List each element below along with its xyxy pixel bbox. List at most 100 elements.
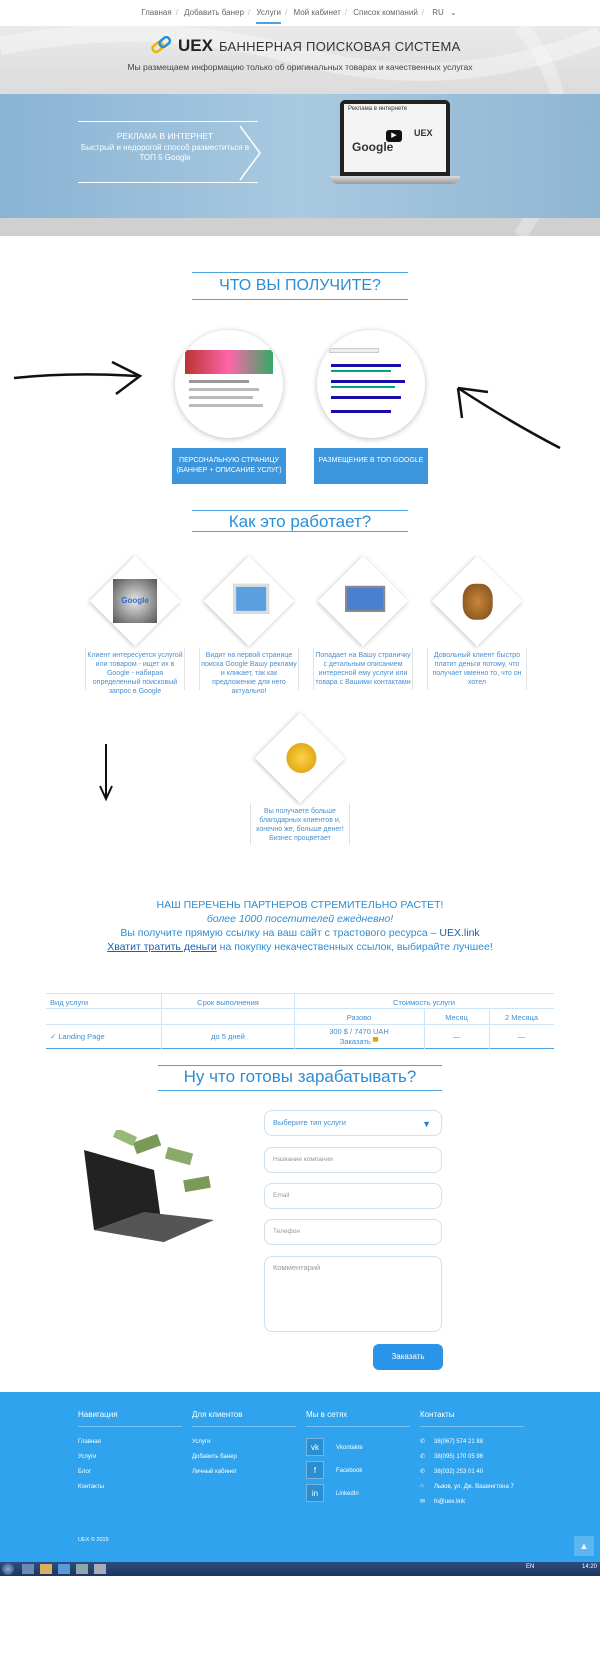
- taskbar: EN 14:20: [0, 1562, 600, 1576]
- contact-phone-1: 38(067) 574 21 88: [434, 1439, 484, 1445]
- step-text-1: Клиент интересуется услугой или товаром …: [87, 652, 183, 695]
- linkedin-icon[interactable]: in: [306, 1484, 324, 1502]
- copyright: UEX © 2015: [78, 1537, 109, 1543]
- table-header: Вид услуги: [50, 998, 89, 1007]
- language-select[interactable]: RU ⌄: [430, 8, 459, 17]
- step-text-2: Видит на первой странице поиска Google В…: [201, 652, 297, 695]
- divider: [192, 531, 408, 532]
- footer-social-heading: Мы в сетях: [306, 1410, 348, 1419]
- footer-link-vk[interactable]: Vkontakte: [336, 1445, 363, 1451]
- google-step-image: Google: [89, 555, 181, 647]
- footer-link-client-services[interactable]: Услуги: [192, 1439, 210, 1445]
- footer-link-facebook[interactable]: Facebook: [336, 1468, 362, 1474]
- footer: Навигация Для клиентов Мы в сетях Контак…: [0, 1392, 600, 1562]
- footer-link-home[interactable]: Главная: [78, 1439, 101, 1445]
- site-title: БАННЕРНАЯ ПОИСКОВАЯ СИСТЕМА: [218, 38, 461, 54]
- footer-link-cabinet[interactable]: Личный кабинет: [192, 1469, 237, 1475]
- taskbar-app-icon[interactable]: [76, 1564, 88, 1574]
- tagline: Мы размещаем информацию только об оригин…: [127, 62, 473, 72]
- home-icon: ⌂: [420, 1483, 424, 1489]
- footer-contacts-heading: Контакты: [420, 1410, 455, 1419]
- nav-cabinet[interactable]: Мой кабинет: [293, 8, 340, 17]
- phone-icon: ✆: [420, 1439, 426, 1445]
- table-header-row: Вид услуги Срок выполнения Стоимость усл…: [46, 993, 554, 1009]
- partners-text: Вы получите прямую ссылку на ваш сайт с …: [120, 927, 440, 939]
- clock[interactable]: 14:20: [582, 1564, 597, 1570]
- keyboard-language[interactable]: EN: [526, 1564, 534, 1570]
- vk-icon[interactable]: vk: [306, 1438, 324, 1456]
- table-header: Срок выполнения: [197, 998, 259, 1007]
- submit-order-button[interactable]: Заказать: [373, 1344, 443, 1370]
- divider: [420, 1426, 524, 1427]
- step-text-3: Попадает на Вашу страничку с детальным о…: [315, 652, 411, 686]
- divider: [192, 272, 408, 273]
- email-field[interactable]: Email: [264, 1183, 442, 1209]
- laptop-base: [330, 176, 460, 184]
- chevron-up-icon: ▲: [579, 1541, 589, 1551]
- divider: [192, 510, 408, 511]
- play-icon[interactable]: ▶: [386, 130, 402, 142]
- google-search-image: [317, 330, 425, 438]
- scroll-to-top-button[interactable]: ▲: [574, 1536, 594, 1556]
- comment-field[interactable]: Комментарий: [264, 1256, 442, 1332]
- partners-text: на покупку некачественных ссылок, выбира…: [216, 941, 493, 953]
- partners-block: НАШ ПЕРЕЧЕНЬ ПАРТНЕРОВ СТРЕМИТЕЛЬНО РАСТ…: [0, 898, 600, 954]
- divider: [192, 1426, 296, 1427]
- browser-icon[interactable]: [58, 1564, 70, 1574]
- table-header: 2 Месяца: [504, 1013, 539, 1022]
- google-word: Google: [352, 140, 394, 154]
- chain-link-icon: [151, 36, 172, 54]
- partners-headline: НАШ ПЕРЕЧЕНЬ ПАРТНЕРОВ СТРЕМИТЕЛЬНО РАСТ…: [156, 899, 444, 911]
- divider: [78, 182, 258, 183]
- start-button[interactable]: [2, 1563, 14, 1575]
- arrow-down-drawing: [99, 744, 113, 802]
- contact-address: Львов, ул. Дж. Вашингтона 7: [434, 1484, 514, 1490]
- laptop-step-image: [317, 555, 409, 647]
- happy-dog-step-image: [431, 555, 523, 647]
- stop-wasting-link[interactable]: Хватит тратить деньги: [107, 941, 217, 953]
- chevron-down-icon: ⌄: [450, 8, 457, 17]
- table-subheader-row: Разово Месяц 2 Месяца: [46, 1009, 554, 1025]
- table-row: ✓ Landing Page до 5 дней 300 $ / 7470 UA…: [46, 1025, 554, 1049]
- footer-link-linkedin[interactable]: LinkedIn: [336, 1491, 359, 1497]
- table-divider: [294, 993, 295, 1049]
- partners-visitors: более 1000 посетителей ежедневно!: [206, 913, 394, 925]
- uex-link[interactable]: UEX.link: [439, 927, 479, 939]
- nav-companies[interactable]: Список компаний: [353, 8, 418, 17]
- contact-phone-2: 38(095) 170 05 96: [434, 1454, 484, 1460]
- taskbar-app-icon[interactable]: [94, 1564, 106, 1574]
- nav-home[interactable]: Главная: [141, 8, 171, 17]
- phone-field[interactable]: Телефон: [264, 1219, 442, 1245]
- divider: [158, 1090, 442, 1091]
- arrow-right-drawing: [13, 360, 143, 395]
- company-name-field[interactable]: Название компании: [264, 1147, 442, 1173]
- check-icon: ✓: [50, 1032, 57, 1041]
- service-type-select[interactable]: Выберите тип услуги ▼: [264, 1110, 442, 1136]
- laptop-video[interactable]: Реклама в интернете Google UEX ▶: [330, 100, 460, 200]
- taskbar-app-icon[interactable]: [22, 1564, 34, 1574]
- facebook-icon[interactable]: f: [306, 1461, 324, 1479]
- money-step-image: [254, 712, 346, 804]
- table-header: Месяц: [445, 1013, 468, 1022]
- order-link[interactable]: Заказать ▀: [294, 1037, 424, 1046]
- partners-link-line: Вы получите прямую ссылку на ваш сайт с …: [0, 926, 600, 940]
- logo[interactable]: UEX БАННЕРНАЯ ПОИСКОВАЯ СИСТЕМА: [150, 36, 461, 56]
- nav-add-banner[interactable]: Добавить банер: [184, 8, 244, 17]
- table-header: Разово: [346, 1013, 372, 1022]
- folder-icon[interactable]: [40, 1564, 52, 1574]
- contact-email[interactable]: hi@uex.link: [434, 1499, 465, 1505]
- table-divider: [424, 1009, 425, 1049]
- divider: [158, 1065, 442, 1066]
- personal-page-button[interactable]: ПЕРСОНАЛЬНУЮ СТРАНИЦУ (БАННЕР + ОПИСАНИЕ…: [172, 448, 286, 484]
- divider: [78, 121, 258, 122]
- footer-link-services[interactable]: Услуги: [78, 1454, 96, 1460]
- footer-link-blog[interactable]: Блог: [78, 1469, 91, 1475]
- video-caption: Реклама в интернете: [348, 106, 408, 112]
- footer-link-add-banner[interactable]: Добавить банер: [192, 1454, 237, 1460]
- top-google-button[interactable]: РАЗМЕЩЕНИЕ В ТОП GOOGLE: [314, 448, 428, 484]
- nav-services[interactable]: Услуги: [256, 8, 281, 24]
- month-price: —: [452, 1032, 461, 1041]
- service-price: 300 $ / 7470 UAH: [329, 1027, 389, 1036]
- footer-link-contacts[interactable]: Контакты: [78, 1484, 104, 1490]
- divider: [78, 1426, 182, 1427]
